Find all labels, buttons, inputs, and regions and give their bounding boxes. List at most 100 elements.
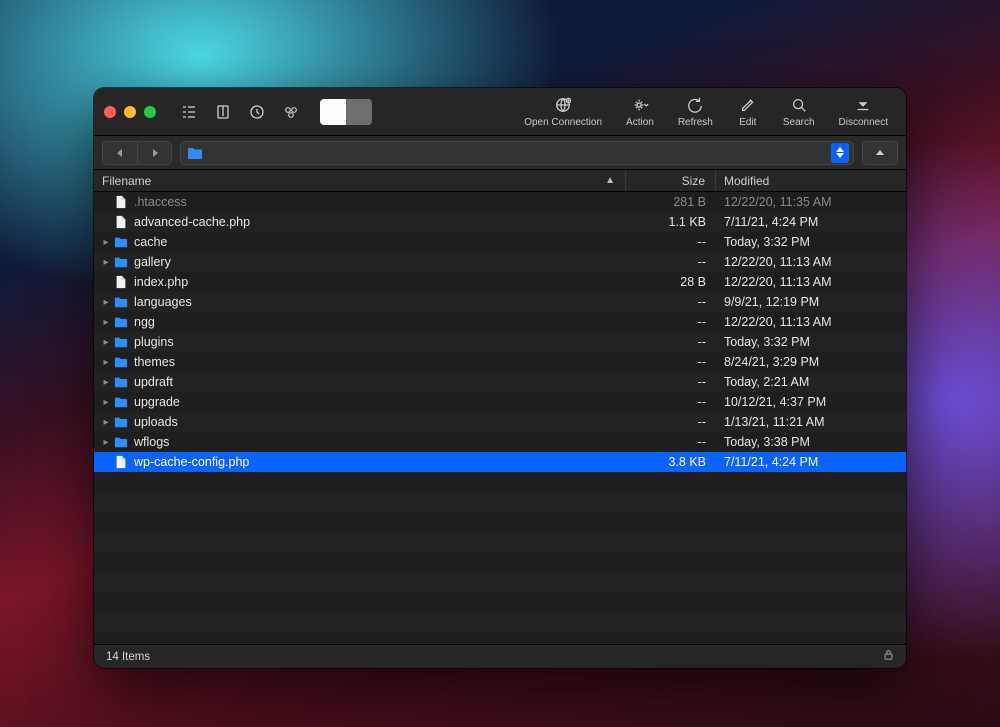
file-modified: 1/13/21, 11:21 AM <box>716 415 906 429</box>
disclosure-triangle-icon[interactable]: ▸ <box>100 437 112 448</box>
bookmarks-view-icon[interactable] <box>208 99 238 125</box>
table-row <box>94 492 906 512</box>
table-row[interactable]: ▸ngg--12/22/20, 11:13 AM <box>94 312 906 332</box>
disclosure-triangle-icon[interactable]: ▸ <box>100 237 112 248</box>
file-size: -- <box>626 395 716 409</box>
open-connection-label: Open Connection <box>524 117 602 128</box>
table-row <box>94 592 906 612</box>
outline-view-icon[interactable] <box>174 99 204 125</box>
table-row[interactable]: ▸gallery--12/22/20, 11:13 AM <box>94 252 906 272</box>
disclosure-triangle-icon[interactable]: ▸ <box>100 297 112 308</box>
table-row <box>94 572 906 592</box>
file-list[interactable]: .htaccess281 B12/22/20, 11:35 AMadvanced… <box>94 192 906 644</box>
quicklook-preview[interactable] <box>320 99 372 125</box>
file-name: advanced-cache.php <box>130 215 250 229</box>
open-connection-button[interactable]: Open Connection <box>516 95 610 128</box>
table-row[interactable]: ▸updraft--Today, 2:21 AM <box>94 372 906 392</box>
action-label: Action <box>626 117 654 128</box>
disclosure-triangle-icon[interactable]: ▸ <box>100 397 112 408</box>
column-header-size[interactable]: Size <box>626 170 716 191</box>
column-modified-label: Modified <box>724 174 769 188</box>
action-button[interactable]: Action <box>618 95 662 128</box>
file-name: updraft <box>130 375 173 389</box>
column-size-label: Size <box>682 174 705 188</box>
table-row <box>94 612 906 632</box>
file-size: -- <box>626 415 716 429</box>
disconnect-button[interactable]: Disconnect <box>831 95 896 128</box>
table-row[interactable]: ▸cache--Today, 3:32 PM <box>94 232 906 252</box>
folder-icon <box>112 255 130 269</box>
disclosure-triangle-icon[interactable]: ▸ <box>100 337 112 348</box>
table-row[interactable]: index.php 28 B12/22/20, 11:13 AM <box>94 272 906 292</box>
column-headers: Filename ▲ Size Modified <box>94 170 906 192</box>
column-header-modified[interactable]: Modified <box>716 170 906 191</box>
file-icon <box>112 275 130 289</box>
traffic-lights <box>104 106 156 118</box>
table-row <box>94 552 906 572</box>
bonjour-view-icon[interactable] <box>276 99 306 125</box>
folder-icon <box>187 146 203 160</box>
history-view-icon[interactable] <box>242 99 272 125</box>
status-bar: 14 Items <box>94 644 906 668</box>
refresh-label: Refresh <box>678 117 713 128</box>
table-row[interactable]: .htaccess281 B12/22/20, 11:35 AM <box>94 192 906 212</box>
refresh-button[interactable]: Refresh <box>670 95 721 128</box>
file-modified: 10/12/21, 4:37 PM <box>716 395 906 409</box>
zoom-window-button[interactable] <box>144 106 156 118</box>
view-mode-segment <box>174 99 306 125</box>
status-items-count: 14 Items <box>106 651 150 663</box>
disclosure-triangle-icon[interactable]: ▸ <box>100 417 112 428</box>
table-row[interactable]: ▸languages--9/9/21, 12:19 PM <box>94 292 906 312</box>
nav-back-forward <box>102 141 172 165</box>
file-modified: 12/22/20, 11:13 AM <box>716 275 906 289</box>
file-name: wflogs <box>130 435 169 449</box>
file-modified: 12/22/20, 11:13 AM <box>716 315 906 329</box>
table-row[interactable]: ▸upgrade--10/12/21, 4:37 PM <box>94 392 906 412</box>
close-window-button[interactable] <box>104 106 116 118</box>
titlebar: Open Connection Action Refresh Edit Sear… <box>94 88 906 136</box>
file-icon <box>112 215 130 229</box>
disclosure-triangle-icon[interactable]: ▸ <box>100 357 112 368</box>
file-size: 28 B <box>626 275 716 289</box>
file-icon <box>112 455 130 469</box>
file-modified: 9/9/21, 12:19 PM <box>716 295 906 309</box>
file-name: plugins <box>130 335 174 349</box>
file-name: index.php <box>130 275 188 289</box>
search-button[interactable]: Search <box>775 95 823 128</box>
column-header-filename[interactable]: Filename ▲ <box>94 170 626 191</box>
disclosure-triangle-icon[interactable]: ▸ <box>100 257 112 268</box>
file-size: -- <box>626 315 716 329</box>
table-row[interactable]: ▸wflogs--Today, 3:38 PM <box>94 432 906 452</box>
table-row <box>94 472 906 492</box>
file-name: .htaccess <box>130 195 187 209</box>
file-modified: 12/22/20, 11:13 AM <box>716 255 906 269</box>
file-name: cache <box>130 235 167 249</box>
file-modified: 7/11/21, 4:24 PM <box>716 215 906 229</box>
path-dropdown[interactable] <box>180 141 854 165</box>
file-modified: Today, 2:21 AM <box>716 375 906 389</box>
disclosure-triangle-icon[interactable]: ▸ <box>100 317 112 328</box>
table-row[interactable]: ▸plugins--Today, 3:32 PM <box>94 332 906 352</box>
nav-back-button[interactable] <box>103 142 137 164</box>
file-name: languages <box>130 295 192 309</box>
table-row[interactable]: ▸themes--8/24/21, 3:29 PM <box>94 352 906 372</box>
table-row[interactable]: wp-cache-config.php3.8 KB7/11/21, 4:24 P… <box>94 452 906 472</box>
lock-icon <box>883 649 894 664</box>
nav-forward-button[interactable] <box>137 142 171 164</box>
edit-label: Edit <box>739 117 756 128</box>
folder-icon <box>112 335 130 349</box>
disclosure-triangle-icon[interactable]: ▸ <box>100 377 112 388</box>
folder-icon <box>112 415 130 429</box>
table-row[interactable]: advanced-cache.php 1.1 KB7/11/21, 4:24 PM <box>94 212 906 232</box>
file-modified: 12/22/20, 11:35 AM <box>716 195 906 209</box>
table-row[interactable]: ▸uploads--1/13/21, 11:21 AM <box>94 412 906 432</box>
folder-icon <box>112 355 130 369</box>
file-modified: Today, 3:32 PM <box>716 335 906 349</box>
path-stepper-icon[interactable] <box>831 143 849 163</box>
folder-icon <box>112 435 130 449</box>
file-size: 1.1 KB <box>626 215 716 229</box>
file-size: -- <box>626 435 716 449</box>
minimize-window-button[interactable] <box>124 106 136 118</box>
edit-button[interactable]: Edit <box>729 95 767 128</box>
go-up-button[interactable] <box>862 141 898 165</box>
